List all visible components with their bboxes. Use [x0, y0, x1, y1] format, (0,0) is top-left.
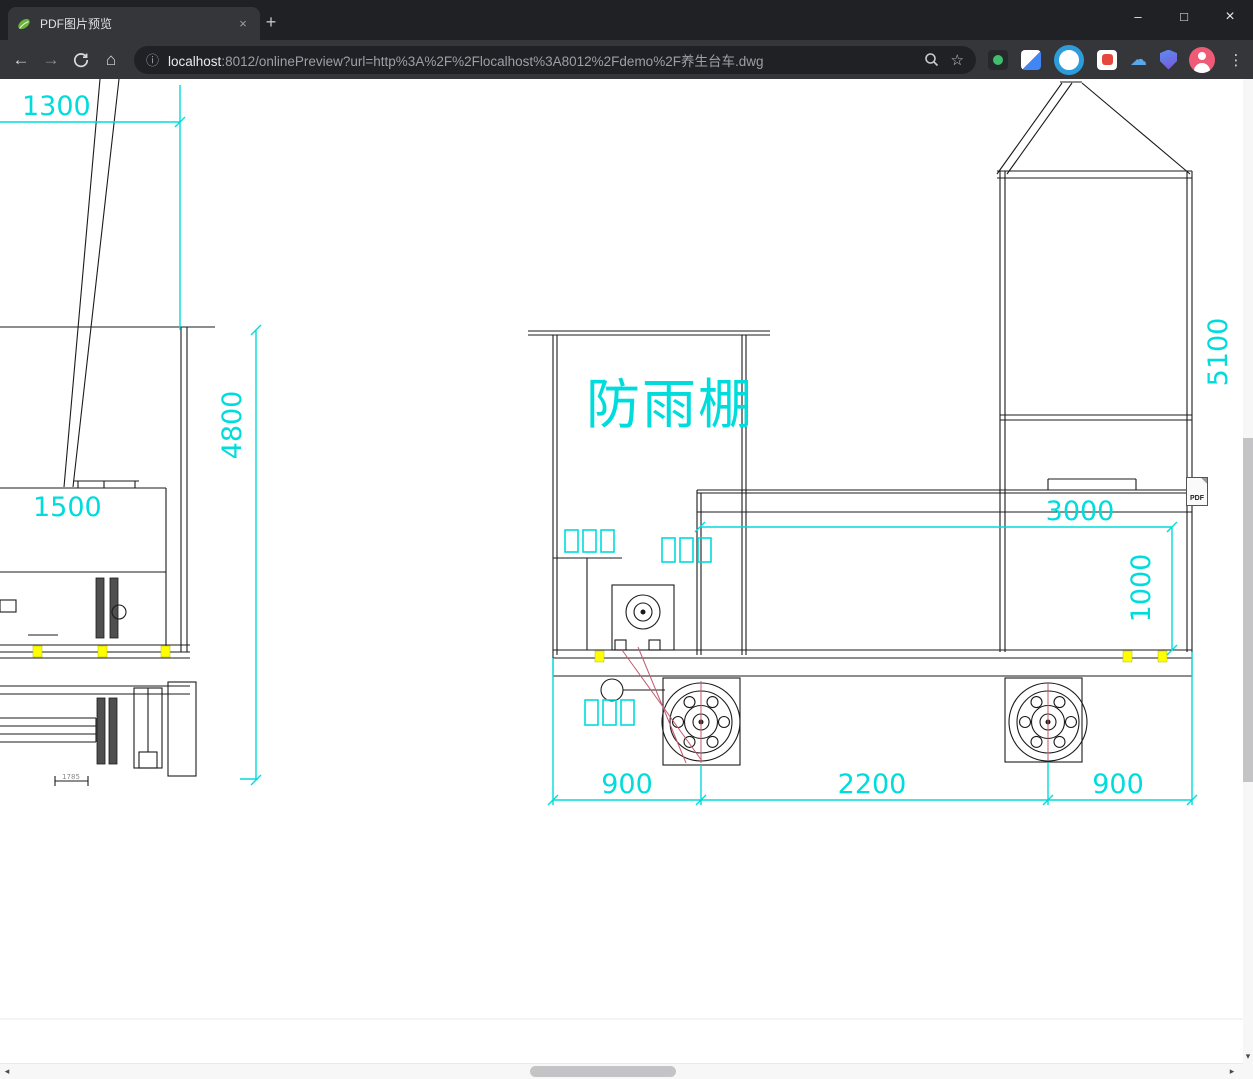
dim-5100: 5100 [1203, 318, 1234, 387]
tab-close-icon[interactable]: × [234, 15, 252, 33]
extension-icon-3[interactable] [1054, 44, 1084, 75]
horizontal-scrollbar-thumb[interactable] [530, 1066, 676, 1077]
shield-extension-icon[interactable] [1160, 49, 1177, 70]
vertical-scrollbar[interactable]: ▾ [1243, 79, 1253, 1063]
extension-icon-1[interactable] [988, 49, 1008, 70]
scroll-right-arrow-icon[interactable]: ▸ [1225, 1064, 1239, 1079]
reload-button[interactable] [66, 45, 96, 75]
vertical-scrollbar-thumb[interactable] [1243, 438, 1253, 782]
browser-toolbar: ← → ⌂ ⓘ localhost:8012/onlinePreview?url… [0, 40, 1253, 79]
dim-3000: 3000 [1046, 496, 1115, 527]
dim-900-left: 900 [601, 769, 653, 800]
cad-dimensions: 1300 4800 1500 1785 防雨棚 3000 1000 5100 9… [0, 85, 1234, 806]
browser-tab[interactable]: PDF图片预览 × [8, 7, 260, 40]
url-host: localhost [168, 53, 222, 69]
page-info-icon[interactable]: ⓘ [146, 50, 159, 69]
browser-window: PDF图片预览 × + – □ × ← → ⌂ ⓘ localhost:8012… [0, 0, 1253, 1079]
minimize-button[interactable]: – [1115, 0, 1161, 34]
dim-1000: 1000 [1126, 554, 1157, 623]
new-tab-button[interactable]: + [258, 9, 284, 35]
zoom-icon[interactable] [924, 52, 939, 67]
bookmark-star-icon[interactable]: ☆ [951, 51, 964, 69]
scroll-left-arrow-icon[interactable]: ◂ [0, 1064, 14, 1079]
cad-left-view [0, 79, 215, 786]
scroll-down-arrow-icon[interactable]: ▾ [1243, 1049, 1253, 1063]
dim-small: 1785 [62, 773, 80, 781]
browser-menu-icon[interactable]: ⋮ [1225, 51, 1247, 69]
forward-button[interactable]: → [36, 45, 66, 75]
dim-4800: 4800 [217, 391, 248, 460]
extension-icon-4[interactable] [1097, 49, 1117, 70]
url-text: localhost:8012/onlinePreview?url=http%3A… [168, 50, 912, 70]
browser-titlebar: PDF图片预览 × + – □ × [0, 0, 1253, 40]
translate-extension-icon[interactable] [1021, 49, 1041, 70]
maximize-button[interactable]: □ [1161, 0, 1207, 34]
home-button[interactable]: ⌂ [96, 45, 126, 75]
extensions-area: ☁ [988, 44, 1177, 75]
profile-avatar[interactable] [1189, 46, 1215, 73]
spring-leaf-favicon [18, 18, 30, 29]
cad-drawing: 1300 4800 1500 1785 防雨棚 3000 1000 5100 9… [0, 79, 1243, 1020]
dim-2200: 2200 [838, 769, 907, 800]
back-button[interactable]: ← [6, 45, 36, 75]
address-bar[interactable]: ⓘ localhost:8012/onlinePreview?url=http%… [134, 45, 976, 74]
dim-1500: 1500 [33, 492, 102, 523]
url-path: :8012/onlinePreview?url=http%3A%2F%2Floc… [221, 53, 764, 69]
page-content: 1300 4800 1500 1785 防雨棚 3000 1000 5100 9… [0, 79, 1243, 1063]
window-controls: – □ × [1115, 0, 1253, 34]
tab-title: PDF图片预览 [40, 17, 113, 31]
shelter-label: 防雨棚 [586, 373, 754, 436]
scrollbar-corner [1243, 1063, 1253, 1079]
horizontal-scrollbar[interactable]: ◂ ▸ [0, 1063, 1243, 1079]
dim-1300: 1300 [22, 91, 91, 122]
pdf-file-icon[interactable]: PDF [1186, 477, 1208, 506]
dim-900-right: 900 [1092, 769, 1144, 800]
reload-icon [73, 52, 89, 67]
cloud-extension-icon[interactable]: ☁ [1130, 50, 1147, 70]
close-button[interactable]: × [1207, 0, 1253, 34]
